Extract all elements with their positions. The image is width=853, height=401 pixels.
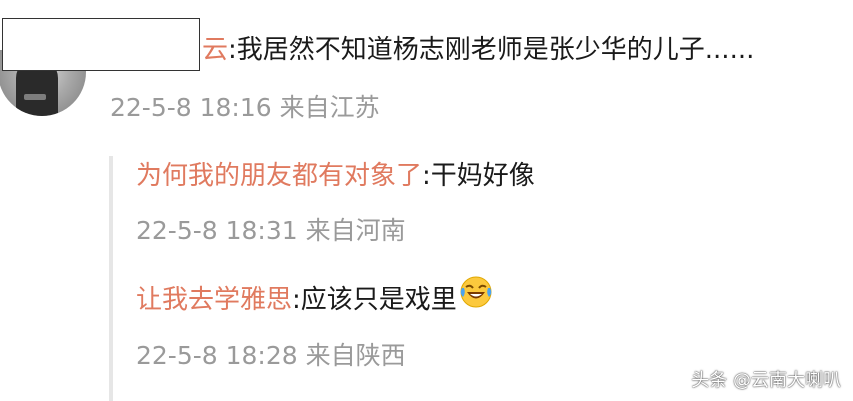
- redacted-username-box: [2, 18, 200, 71]
- avatar-mark: [24, 94, 46, 100]
- reply-location: 来自河南: [305, 216, 406, 245]
- comment-thread: 云:我居然不知道杨志刚老师是张少华的儿子...... 22-5-8 18:16 …: [0, 0, 853, 401]
- main-comment-username[interactable]: 云: [202, 35, 228, 65]
- main-comment-location: 来自江苏: [279, 93, 380, 122]
- main-comment: 云:我居然不知道杨志刚老师是张少华的儿子......: [202, 30, 754, 70]
- reply-separator: :: [422, 161, 431, 191]
- reply-item: 为何我的朋友都有对象了:干妈好像: [136, 156, 535, 196]
- main-comment-text: 我居然不知道杨志刚老师是张少华的儿子......: [236, 35, 755, 65]
- reply-text: 干妈好像: [430, 161, 535, 191]
- reply-timestamp: 22-5-8 18:31: [136, 216, 298, 245]
- reply-username[interactable]: 为何我的朋友都有对象了: [136, 161, 422, 191]
- main-comment-meta: 22-5-8 18:16 来自江苏: [110, 88, 380, 124]
- reply-thread-bar: [109, 156, 113, 401]
- reply-text: 应该只是戏里: [300, 285, 457, 315]
- main-comment-timestamp: 22-5-8 18:16: [110, 93, 272, 122]
- main-comment-separator: :: [228, 35, 237, 65]
- reply-meta: 22-5-8 18:31 来自河南: [136, 211, 406, 247]
- watermark: 头条 @云南大喇叭: [691, 370, 841, 391]
- laughing-crying-emoji-icon: [459, 275, 493, 321]
- reply-separator: :: [292, 285, 301, 315]
- reply-location: 来自陕西: [305, 341, 406, 370]
- reply-timestamp: 22-5-8 18:28: [136, 341, 298, 370]
- reply-meta: 22-5-8 18:28 来自陕西: [136, 336, 406, 372]
- reply-item: 让我去学雅思:应该只是戏里: [136, 276, 493, 321]
- reply-username[interactable]: 让我去学雅思: [136, 285, 292, 315]
